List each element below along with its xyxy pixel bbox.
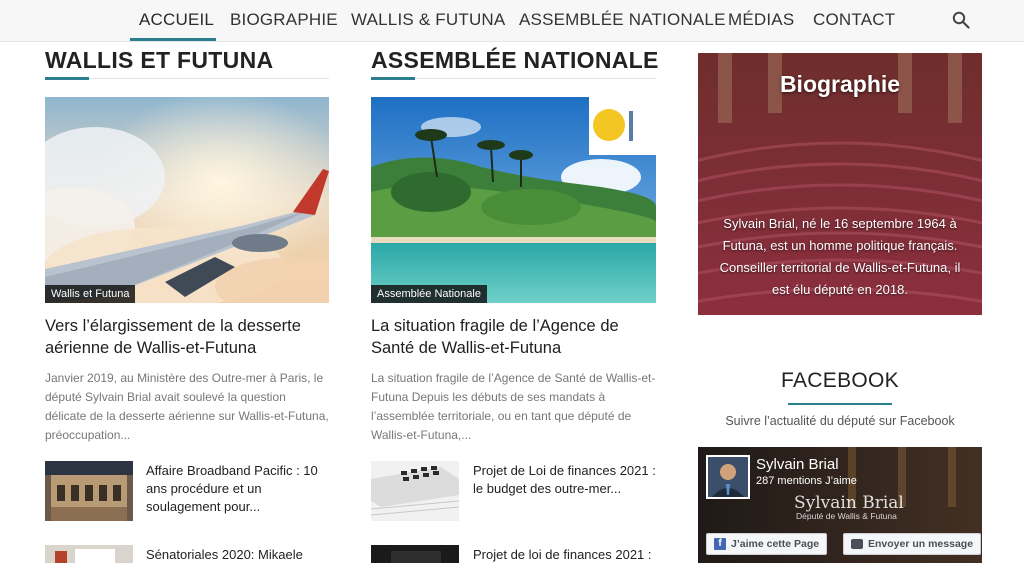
facebook-cover-subtitle: Député de Wallis & Futuna [796, 511, 897, 521]
section-title-wallis-futuna[interactable]: WALLIS ET FUTUNA [45, 47, 273, 74]
post-title[interactable]: La situation fragile de l’Agence de Sant… [371, 315, 656, 359]
category-badge[interactable]: Wallis et Futuna [45, 285, 136, 303]
facebook-subtitle: Suivre l’actualité du député sur Faceboo… [725, 414, 955, 428]
search-icon[interactable] [952, 11, 970, 29]
category-badge[interactable]: Assemblée Nationale [371, 285, 487, 303]
facebook-page-widget[interactable]: Sylvain Brial 287 mentions J’aime Sylvai… [698, 447, 982, 563]
list-item-thumbnail[interactable] [45, 461, 133, 521]
feature-image-island[interactable]: Assemblée Nationale [371, 97, 656, 303]
facebook-avatar[interactable] [706, 455, 750, 499]
facebook-accent [788, 403, 892, 405]
section-title-assemblee-nationale[interactable]: ASSEMBLÉE NATIONALE [371, 47, 659, 74]
list-item-thumbnail[interactable] [371, 545, 459, 563]
nav-item-contact[interactable]: CONTACT [813, 10, 895, 30]
facebook-like-label: J’aime cette Page [731, 538, 820, 550]
list-item-title[interactable]: Projet de loi de finances 2021 : [473, 546, 658, 563]
facebook-likes-count: 287 mentions J’aime [756, 475, 857, 487]
facebook-message-label: Envoyer un message [868, 538, 974, 550]
nav-item-accueil[interactable]: ACCUEIL [139, 10, 214, 30]
main-nav: ACCUEIL BIOGRAPHIE WALLIS & FUTUNA ASSEM… [0, 0, 1024, 42]
list-item-thumbnail[interactable] [371, 461, 459, 521]
active-nav-indicator [130, 38, 216, 41]
biography-title: Biographie [779, 71, 901, 97]
facebook-like-button[interactable]: f J’aime cette Page [706, 533, 828, 555]
section-accent [371, 77, 415, 80]
facebook-logo-icon: f [714, 538, 726, 550]
post-title[interactable]: Vers l’élargissement de la desserte aéri… [45, 315, 329, 359]
post-excerpt: La situation fragile de l’Agence de Sant… [371, 371, 656, 442]
facebook-message-button[interactable]: Envoyer un message [843, 533, 982, 555]
facebook-page-name[interactable]: Sylvain Brial [756, 456, 839, 473]
list-item-title[interactable]: Sénatoriales 2020: Mikaele [146, 546, 331, 563]
nav-item-biographie[interactable]: BIOGRAPHIE [230, 10, 338, 30]
facebook-heading: FACEBOOK [781, 369, 899, 392]
feature-image-airplane[interactable]: Wallis et Futuna [45, 97, 329, 303]
facebook-cover-name: Sylvain Brial [794, 493, 904, 513]
list-item-title[interactable]: Affaire Broadband Pacific : 10 ans procé… [146, 462, 331, 516]
nav-item-wallis-futuna[interactable]: WALLIS & FUTUNA [351, 10, 505, 30]
nav-item-medias[interactable]: MÉDIAS [728, 10, 794, 30]
list-item-thumbnail[interactable] [45, 545, 133, 563]
message-icon [851, 539, 863, 549]
biography-text: Sylvain Brial, né le 16 septembre 1964 à… [719, 216, 961, 297]
post-excerpt: Janvier 2019, au Ministère des Outre-mer… [45, 371, 329, 442]
biography-card[interactable]: Biographie Sylvain Brial, né le 16 septe… [698, 53, 982, 315]
list-item-title[interactable]: Projet de Loi de finances 2021 : le budg… [473, 462, 658, 498]
section-accent [45, 77, 89, 80]
nav-item-assemblee-nationale[interactable]: ASSEMBLÉE NATIONALE [519, 10, 726, 30]
